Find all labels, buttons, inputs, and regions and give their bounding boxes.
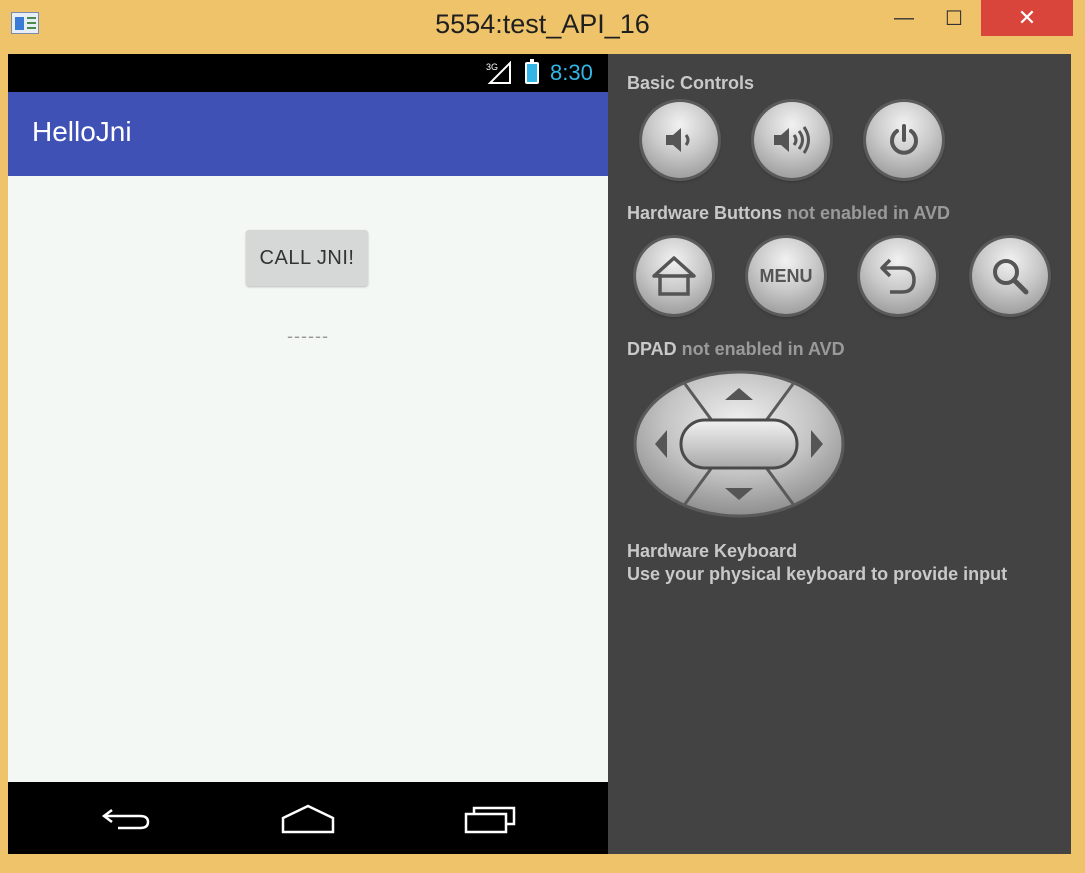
status-time: 8:30 [550, 60, 593, 85]
svg-text:3G: 3G [486, 62, 498, 72]
home-icon [652, 256, 696, 296]
nav-recents-button[interactable] [454, 794, 524, 844]
dpad-center-button[interactable] [679, 418, 799, 470]
dpad-title: DPAD [627, 339, 677, 359]
dpad-control[interactable] [633, 370, 845, 518]
back-icon [101, 809, 150, 830]
app-title: HelloJni [32, 116, 132, 147]
menu-button-label: MENU [759, 265, 813, 286]
volume-up-icon [774, 126, 810, 154]
hardware-search-button[interactable] [972, 238, 1048, 314]
back-icon [880, 258, 916, 294]
hardware-home-button[interactable] [636, 238, 712, 314]
navigation-bar [8, 782, 608, 854]
hardware-buttons-note: not enabled in AVD [782, 203, 951, 223]
minimize-button[interactable]: — [880, 0, 928, 36]
recents-icon [464, 806, 516, 834]
home-icon [281, 804, 335, 834]
maximize-button[interactable]: ☐ [930, 0, 978, 36]
keyboard-note: Use your physical keyboard to provide in… [627, 564, 1008, 584]
hardware-buttons-label: Hardware Buttons not enabled in AVD [627, 203, 950, 224]
device-screen[interactable]: 3G 8:30 HelloJni CALL JNI! ------ [8, 54, 608, 854]
dpad-note: not enabled in AVD [676, 339, 845, 359]
nav-home-button[interactable] [273, 794, 343, 844]
volume-down-button[interactable] [642, 102, 718, 178]
app-bar: HelloJni [8, 92, 608, 176]
hardware-back-button[interactable] [860, 238, 936, 314]
basic-controls-label: Basic Controls [627, 73, 755, 93]
hardware-menu-button[interactable]: MENU [748, 238, 824, 314]
result-text: ------ [287, 326, 329, 346]
hardware-buttons-title: Hardware Buttons [627, 203, 783, 223]
dpad-label: DPAD not enabled in AVD [627, 339, 845, 360]
nav-back-button[interactable] [93, 794, 163, 844]
power-icon [890, 124, 918, 155]
app-content: CALL JNI! ------ [8, 176, 608, 782]
keyboard-label: Hardware Keyboard [627, 541, 798, 561]
status-bar: 3G 8:30 [8, 54, 608, 92]
window-title-bar: 5554:test_API_16 — ☐ ✕ [0, 0, 1085, 53]
volume-down-icon [666, 128, 690, 152]
emulator-controls-panel: Basic Controls Hardware Buttons not enab… [608, 54, 1071, 854]
battery-icon [525, 59, 539, 84]
power-button[interactable] [866, 102, 942, 178]
signal-icon: 3G [486, 61, 511, 84]
call-jni-button[interactable]: CALL JNI! [246, 230, 368, 286]
search-icon [993, 259, 1029, 295]
volume-up-button[interactable] [754, 102, 830, 178]
close-button[interactable]: ✕ [981, 0, 1073, 36]
